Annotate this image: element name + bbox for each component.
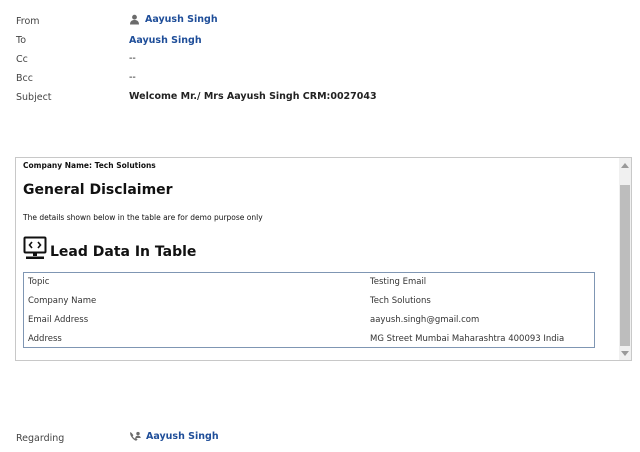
contact-icon [129,431,141,442]
scroll-up-arrow-icon[interactable] [619,158,631,172]
cc-label: Cc [16,54,28,65]
regarding-field[interactable]: Aayush Singh [129,431,219,442]
scroll-thumb[interactable] [620,185,630,346]
table-row: Email Address aayush.singh@gmail.com [24,311,594,330]
table-row: Address MG Street Mumbai Maharashtra 400… [24,330,594,349]
table-cell-value: MG Street Mumbai Maharashtra 400093 Indi… [370,334,565,344]
table-cell-value: Tech Solutions [370,296,431,306]
email-body-frame[interactable]: Company Name: Tech Solutions General Dis… [15,157,632,361]
regarding-label: Regarding [16,433,65,444]
computer-icon [23,236,47,260]
email-body-content: Company Name: Tech Solutions General Dis… [16,158,618,360]
table-row: Topic Testing Email [24,273,594,292]
from-link[interactable]: Aayush Singh [145,14,218,25]
table-row: Company Name Tech Solutions [24,292,594,311]
bcc-label: Bcc [16,73,33,84]
regarding-link[interactable]: Aayush Singh [146,431,219,442]
subject-label: Subject [16,92,52,103]
cc-value: -- [129,53,136,64]
table-cell-key: Email Address [28,315,89,325]
to-link[interactable]: Aayush Singh [129,35,202,46]
table-cell-key: Address [28,334,62,344]
subject-value: Welcome Mr./ Mrs Aayush Singh CRM:002704… [129,91,377,102]
scroll-down-arrow-icon[interactable] [619,346,631,360]
disclaimer-heading: General Disclaimer [23,182,173,198]
from-field[interactable]: Aayush Singh [129,14,218,25]
company-name: Company Name: Tech Solutions [23,161,156,170]
lead-data-table: Topic Testing Email Company Name Tech So… [23,272,595,348]
table-cell-key: Company Name [28,296,97,306]
bcc-value: -- [129,72,136,83]
vertical-scrollbar[interactable] [619,158,631,360]
from-label: From [16,16,40,27]
lead-heading: Lead Data In Table [50,244,197,260]
user-icon [129,14,140,25]
lead-heading-block: Lead Data In Table [23,236,196,260]
to-label: To [16,35,27,46]
table-cell-value: Testing Email [370,277,427,287]
table-cell-key: Topic [28,277,50,287]
table-cell-value: aayush.singh@gmail.com [370,315,480,325]
disclaimer-text: The details shown below in the table are… [23,213,263,222]
